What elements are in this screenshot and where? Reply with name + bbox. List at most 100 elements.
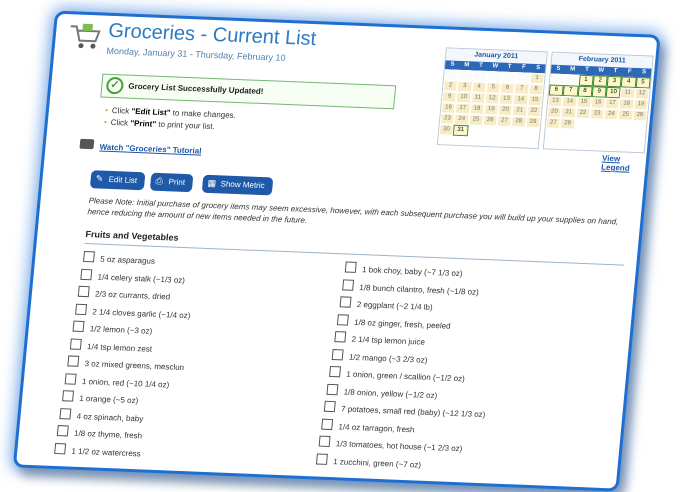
item-checkbox[interactable] [315, 452, 328, 465]
calendar-day[interactable]: 22 [575, 107, 591, 120]
calendar-day[interactable]: 6 [499, 82, 516, 95]
calendar-day[interactable]: 14 [513, 94, 529, 106]
show-metric-button[interactable]: ▦ Show Metric [201, 174, 274, 196]
calendar-day[interactable]: 30 [438, 124, 455, 136]
calendar-day[interactable]: 4 [471, 81, 487, 93]
calendar-day[interactable]: 26 [482, 114, 498, 127]
item-checkbox[interactable] [334, 331, 347, 343]
calendar-day[interactable]: 2 [442, 80, 459, 92]
calendar-day[interactable]: 17 [455, 102, 471, 115]
item-checkbox[interactable] [69, 338, 82, 350]
item-checkbox[interactable] [82, 250, 95, 263]
calendar-day[interactable]: 16 [590, 97, 606, 109]
item-checkbox[interactable] [318, 435, 331, 447]
calendar-day[interactable]: 5 [635, 76, 651, 89]
item-checkbox[interactable] [62, 390, 75, 402]
tutorial-link[interactable]: Watch "Groceries" Tutorial [99, 143, 202, 156]
calendar-day[interactable]: 23 [589, 108, 605, 120]
item-checkbox[interactable] [67, 355, 80, 367]
calendar-day[interactable]: 25 [617, 109, 634, 121]
calendar-blank [515, 72, 531, 84]
item-checkbox[interactable] [342, 278, 355, 291]
calendar-day[interactable]: 11 [620, 87, 636, 99]
bullet-icon: • [104, 105, 109, 115]
calendar-day[interactable]: 11 [470, 92, 486, 104]
view-legend-link[interactable]: View Legend [601, 154, 647, 174]
calendar-day[interactable]: 15 [527, 94, 543, 107]
print-button[interactable]: ⎙ Print [149, 172, 194, 193]
calendar-day[interactable]: 28 [511, 116, 527, 128]
calendar-day[interactable]: 10 [456, 91, 472, 104]
item-checkbox[interactable] [326, 383, 339, 395]
item-label: 1/4 celery stalk (~1/3 oz) [97, 272, 186, 285]
item-checkbox[interactable] [323, 400, 336, 413]
calendar-day[interactable]: 8 [528, 83, 544, 96]
item-checkbox[interactable] [344, 261, 357, 273]
calendar-day[interactable]: 15 [576, 96, 592, 109]
calendar-day[interactable]: 17 [604, 97, 621, 110]
item-checkbox[interactable] [59, 407, 72, 420]
grocery-item: 1/4 celery stalk (~1/3 oz) [80, 268, 186, 285]
item-checkbox[interactable] [64, 372, 77, 385]
grocery-item: 3 oz mixed greens, mesclun [67, 355, 185, 372]
item-checkbox[interactable] [56, 425, 69, 437]
edit-list-button[interactable]: ✎ Edit List [89, 170, 146, 191]
calendar-day[interactable]: 13 [547, 95, 563, 108]
item-checkbox[interactable] [321, 418, 334, 430]
calendar-day[interactable]: 22 [526, 105, 542, 118]
grocery-item: 1/2 mango (~3 2/3 oz) [331, 348, 429, 364]
calendar-day[interactable]: 21 [560, 107, 577, 119]
calendar-day[interactable]: 12 [634, 87, 650, 100]
calendar-day[interactable]: 2 [592, 75, 608, 87]
calendar-day[interactable]: 20 [546, 106, 562, 119]
calendar-day[interactable]: 31 [453, 124, 469, 137]
calendar-day[interactable]: 8 [577, 85, 593, 98]
calendar-day[interactable]: 1 [578, 74, 594, 87]
item-checkbox[interactable] [336, 313, 349, 326]
calendar-day[interactable]: 4 [621, 76, 637, 88]
calendar-day[interactable]: 10 [605, 86, 622, 99]
calendar-day[interactable]: 27 [545, 117, 561, 129]
calendar-days: 1 2 3 4 5 6 7 8 9 10 11 12 13 14 15 16 17 18 19 20 21 22 23 24 2… [545, 73, 651, 133]
calendar-day[interactable]: 19 [633, 98, 649, 111]
calendar-day[interactable]: 9 [591, 86, 607, 98]
calendar-day[interactable]: 28 [559, 118, 576, 130]
item-checkbox[interactable] [80, 268, 93, 280]
calendar-day[interactable]: 21 [512, 105, 528, 117]
calendar-day[interactable]: 24 [603, 108, 619, 121]
calendar-day[interactable]: 16 [440, 102, 457, 114]
item-checkbox[interactable] [329, 365, 342, 378]
calendar-day[interactable]: 1 [529, 72, 545, 85]
calendar-february: February 2011 SMTWTFS 1 2 3 4 5 6 7 8 9 10 11 12 13 1… [542, 51, 654, 154]
calendar-day[interactable]: 13 [498, 93, 515, 106]
calendar-day[interactable]: 24 [454, 113, 470, 126]
item-checkbox[interactable] [72, 320, 85, 333]
calendar-day[interactable]: 26 [632, 109, 648, 122]
calendar-day[interactable]: 20 [497, 104, 514, 117]
item-label: 1/8 bunch cilantro, fresh (~1/8 oz) [359, 282, 480, 297]
calendar-day[interactable]: 7 [562, 85, 579, 97]
calendar-day[interactable]: 27 [496, 115, 513, 128]
calendar-day[interactable]: 18 [469, 103, 485, 115]
item-checkbox[interactable] [77, 285, 90, 298]
calendar-day[interactable]: 5 [485, 81, 501, 94]
calendar-day[interactable]: 19 [483, 103, 499, 116]
item-checkbox[interactable] [54, 442, 67, 454]
calendar-day[interactable]: 18 [618, 98, 635, 110]
calendar-blank [564, 74, 580, 86]
calendar-day[interactable]: 9 [441, 91, 458, 103]
item-checkbox[interactable] [331, 348, 344, 360]
calendar-day[interactable]: 25 [468, 114, 484, 126]
item-checkbox[interactable] [75, 303, 88, 315]
calendar-day[interactable]: 6 [548, 84, 565, 97]
grocery-item: 1/3 tomatoes, hot house (~1 2/3 oz) [318, 435, 463, 453]
item-checkbox[interactable] [339, 296, 352, 308]
calendar-day[interactable]: 29 [525, 116, 541, 129]
calendar-day[interactable]: 3 [606, 75, 623, 88]
item-label: 5 oz asparagus [99, 254, 156, 266]
calendar-day[interactable]: 3 [457, 80, 473, 93]
calendar-day[interactable]: 7 [514, 83, 530, 95]
calendar-day[interactable]: 14 [561, 96, 578, 108]
calendar-day[interactable]: 12 [484, 92, 500, 105]
calendar-day[interactable]: 23 [439, 113, 456, 125]
